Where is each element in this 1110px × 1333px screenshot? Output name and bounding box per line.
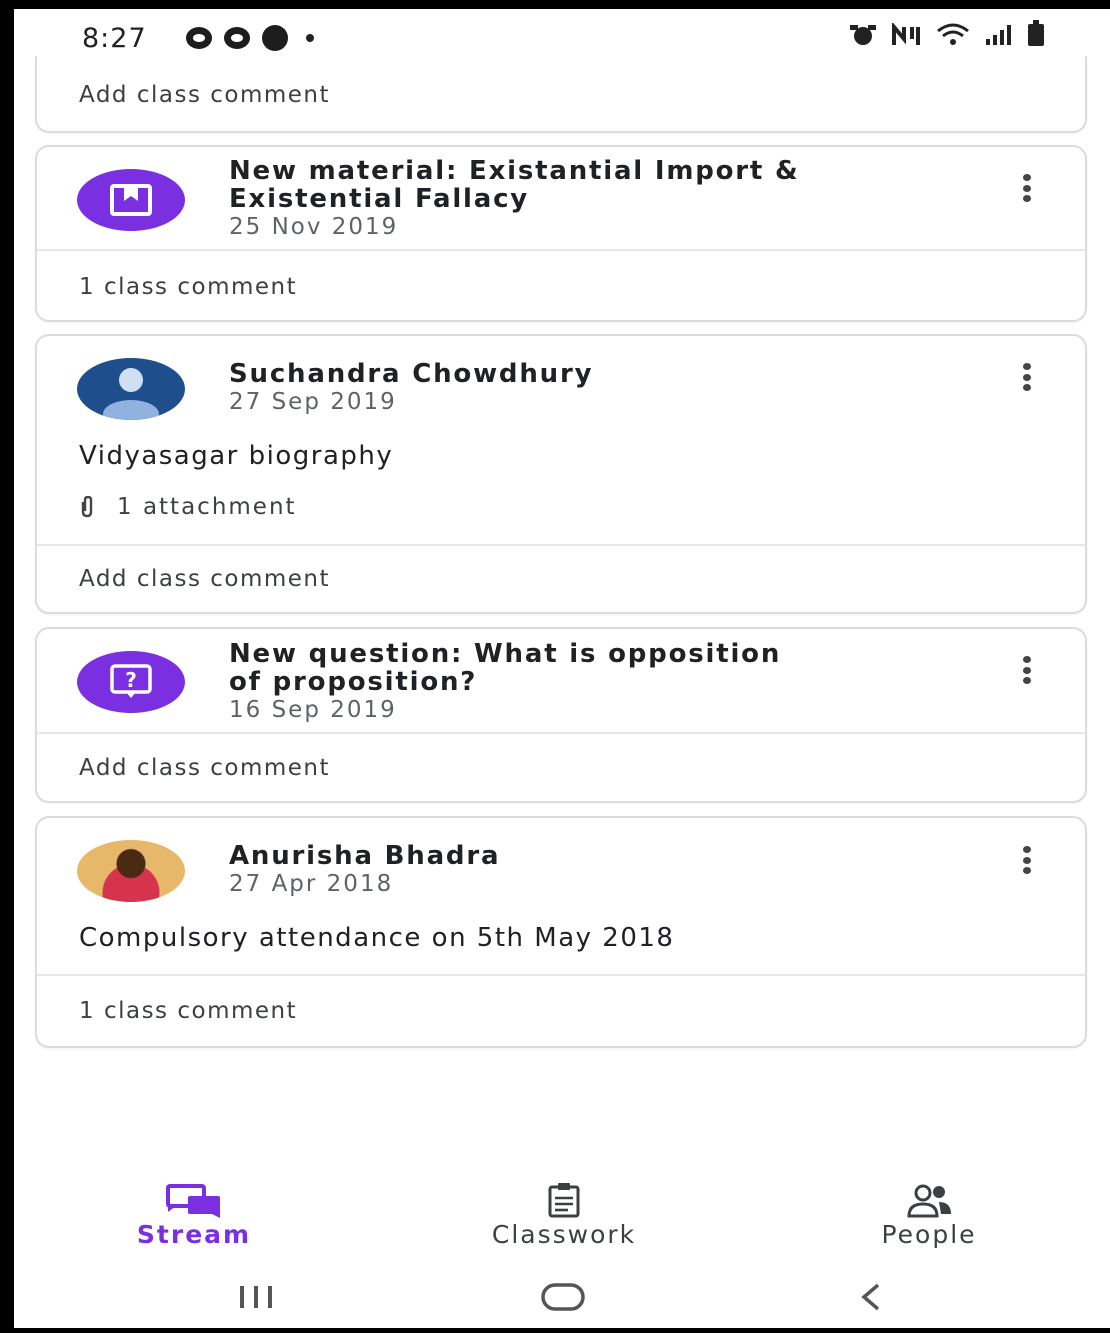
nav-stream-label: Stream [136,1220,252,1249]
nav-stream[interactable]: Stream [114,1178,274,1249]
home-icon[interactable] [540,1282,586,1312]
post-date: 27 Apr 2018 [229,871,394,897]
post-title-line1: New material: Existantial Import & [229,156,800,186]
more-options-icon[interactable] [1023,846,1031,874]
post-date: 27 Sep 2019 [229,389,397,415]
svg-text:?: ? [125,668,137,692]
cell-signal-icon [986,25,1011,45]
question-icon: ? [110,664,152,698]
back-icon[interactable] [856,1282,886,1312]
stream-post-card[interactable]: Suchandra Chowdhury 27 Sep 2019 Vidyasag… [35,334,1087,614]
nav-people-label: People [881,1220,977,1249]
notification-icon [224,27,250,49]
system-navigation-bar [14,1272,1110,1324]
notification-icon [186,27,212,49]
add-class-comment-link[interactable]: Add class comment [79,566,330,592]
notification-icons [186,25,314,51]
classwork-icon [548,1183,580,1218]
stream-icon [166,1184,220,1218]
settings-notification-icon [262,25,288,51]
post-author: Anurisha Bhadra [229,841,501,871]
nav-people[interactable]: People [849,1178,1009,1249]
attachment-row[interactable]: 1 attachment [79,494,297,520]
nfc-signal-icon [892,23,920,45]
post-title-line2: of proposition? [229,667,478,697]
more-options-icon[interactable] [1023,174,1031,202]
post-date: 16 Sep 2019 [229,697,397,723]
stream-post-card[interactable]: New material: Existantial Import & Exist… [35,145,1087,322]
nav-classwork-label: Classwork [491,1220,637,1249]
post-title-line2: Existential Fallacy [229,184,530,214]
post-title-line1: New question: What is opposition [229,639,782,669]
stream-post-card[interactable]: Anurisha Bhadra 27 Apr 2018 Compulsory a… [35,816,1087,1048]
post-date: 25 Nov 2019 [229,214,399,240]
post-author: Suchandra Chowdhury [229,359,594,389]
alarm-icon [850,25,876,45]
battery-icon [1028,20,1044,46]
default-person-icon [103,368,159,420]
avatar [77,358,185,420]
nav-classwork[interactable]: Classwork [449,1178,679,1249]
add-class-comment-link[interactable]: Add class comment [79,755,330,781]
more-notifications-dot-icon [306,34,314,42]
class-comments-link[interactable]: 1 class comment [79,274,297,300]
add-class-comment-link[interactable]: Add class comment [79,82,330,108]
material-icon [110,184,152,216]
stream-post-card[interactable]: ? New question: What is opposition of pr… [35,627,1087,803]
wifi-icon [937,23,969,45]
stream-post-card: Add class comment [35,56,1087,133]
bottom-navigation: Stream Classwork People [14,1178,1110,1268]
post-body: Compulsory attendance on 5th May 2018 [79,923,675,953]
recent-apps-icon[interactable] [236,1282,276,1312]
post-body: Vidyasagar biography [79,441,394,471]
status-time: 8:27 [82,23,147,54]
more-options-icon[interactable] [1023,363,1031,391]
avatar [77,840,185,902]
question-avatar: ? [77,651,185,713]
more-options-icon[interactable] [1023,656,1031,684]
system-status-icons [848,20,1044,47]
material-avatar [77,169,185,231]
class-comments-link[interactable]: 1 class comment [79,998,297,1024]
paperclip-icon [81,496,93,518]
people-icon [907,1184,951,1218]
attachment-count: 1 attachment [117,494,297,520]
